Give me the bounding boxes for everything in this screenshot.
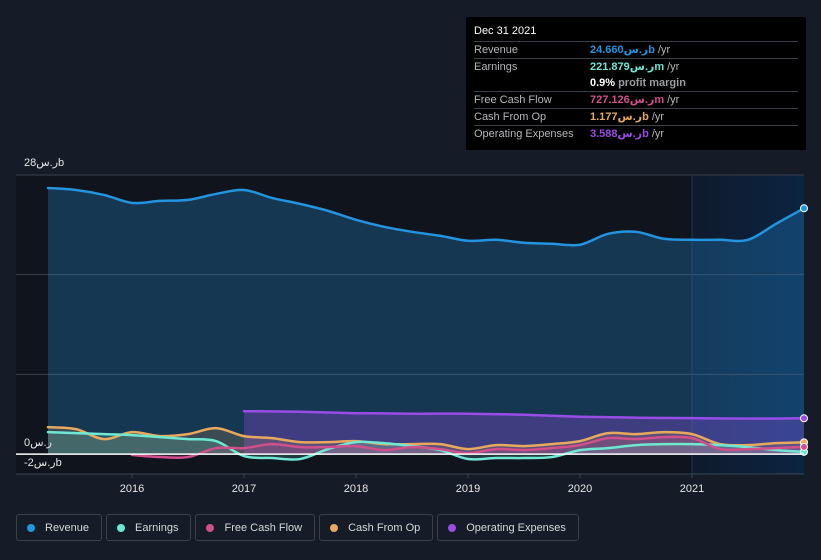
legend-dot-icon [448,523,457,532]
tooltip-value: 1.177ر.سb [590,111,649,123]
tooltip-label: Operating Expenses [474,128,574,140]
free-cash-flow-end-marker [800,442,808,451]
legend-item-revenue[interactable]: Revenue [16,514,103,541]
x-tick-label: 2021 [680,483,704,495]
tooltip-value: 24.660ر.سb [590,44,655,56]
tooltip-unit: /yr [651,111,665,123]
legend-item-earnings[interactable]: Earnings [106,514,192,541]
y-axis-top-label: 28ر.سb [24,157,65,169]
x-tick-label: 2019 [456,483,480,495]
tooltip-label [474,75,590,91]
legend-item-free-cash-flow[interactable]: Free Cash Flow [195,514,316,541]
x-tick-label: 2018 [344,483,368,495]
y-axis-zero-label: 0ر.س [24,437,52,449]
tooltip-value: 3.588ر.سb [590,128,649,140]
legend-dot-icon [117,523,126,532]
tooltip-row-cash-from-op: Cash From Op 1.177ر.سb /yr [474,108,798,125]
x-tick-label: 2017 [232,483,256,495]
tooltip-row-revenue: Revenue 24.660ر.سb /yr [474,41,798,58]
legend: Revenue Earnings Free Cash Flow Cash Fro… [16,514,579,541]
tooltip-unit: /yr [651,128,665,140]
revenue-end-marker [800,204,808,213]
tooltip-label: Cash From Op [474,111,547,123]
tooltip-value: 221.879ر.سm [590,61,665,73]
y-axis-bottom-label: -2ر.سb [24,457,62,469]
tooltip-unit: /yr [667,61,680,73]
legend-label: Revenue [45,521,90,534]
x-tick-label: 2016 [120,483,144,495]
tooltip-value: 727.126ر.سm [590,94,665,106]
tooltip-row-earnings: Earnings 221.879ر.سm /yr [474,58,798,75]
legend-label: Earnings [135,521,179,534]
legend-label: Free Cash Flow [224,521,303,534]
tooltip-unit: profit margin [618,77,686,89]
tooltip-row-operating-expenses: Operating Expenses 3.588ر.سb /yr [474,125,798,142]
tooltip-date: Dec 31 2021 [474,25,537,37]
tooltip-unit: /yr [667,94,680,106]
legend-item-cash-from-op[interactable]: Cash From Op [319,514,434,541]
legend-dot-icon [27,523,35,532]
tooltip-unit: /yr [657,44,671,56]
x-tick-label: 2020 [568,483,592,495]
legend-dot-icon [206,523,215,532]
legend-label: Operating Expenses [466,521,566,534]
operating-expenses-end-marker [800,414,808,423]
tooltip-value: 0.9% [590,77,616,89]
tooltip-row-free-cash-flow: Free Cash Flow 727.126ر.سm /yr [474,91,798,108]
tooltip-row-profit-margin: 0.9% profit margin [474,75,798,91]
legend-label: Cash From Op [348,521,421,534]
tooltip-label: Revenue [474,44,519,56]
tooltip: Dec 31 2021 Revenue 24.660ر.سb /yr Earni… [466,17,806,150]
tooltip-label: Free Cash Flow [474,94,552,106]
tooltip-label: Earnings [474,61,518,73]
legend-dot-icon [330,523,339,532]
legend-item-operating-expenses[interactable]: Operating Expenses [437,514,579,541]
